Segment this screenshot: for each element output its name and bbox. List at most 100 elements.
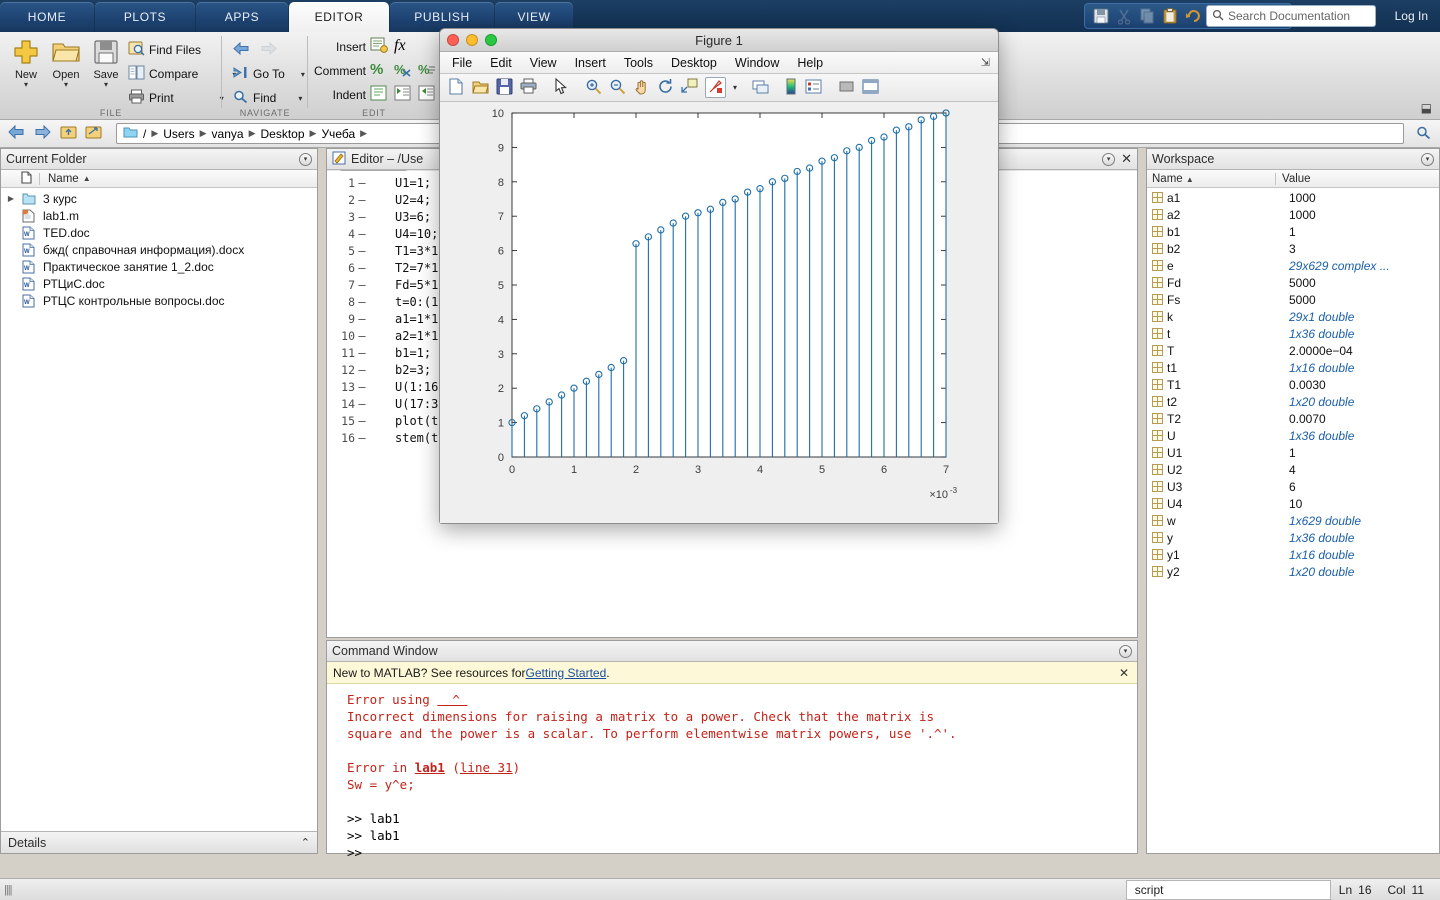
file-row[interactable]: ▶3 курс bbox=[1, 190, 317, 207]
login-button[interactable]: Log In bbox=[1389, 3, 1434, 29]
nav-forward-icon[interactable] bbox=[33, 124, 51, 143]
zoom-in-icon[interactable] bbox=[585, 78, 602, 98]
print-icon[interactable] bbox=[520, 78, 537, 98]
forward-arrow-icon[interactable] bbox=[259, 41, 278, 59]
figure-plot-canvas[interactable]: 01234567891001234567×10-3 bbox=[440, 102, 998, 523]
link-plot-icon[interactable] bbox=[752, 78, 769, 98]
file-row[interactable]: WРТЦиС.doc bbox=[1, 275, 317, 292]
refresh-icon[interactable] bbox=[1415, 125, 1432, 143]
save-button[interactable]: Save ▾ bbox=[84, 36, 128, 88]
name-sort-arrow-icon[interactable]: ▲ bbox=[83, 174, 91, 183]
indent-left-icon[interactable] bbox=[418, 85, 436, 104]
banner-close-icon[interactable]: ✕ bbox=[1119, 666, 1131, 680]
new-figure-icon[interactable] bbox=[448, 78, 465, 98]
new-button[interactable]: New ▾ bbox=[4, 36, 48, 88]
brush-dropdown-icon[interactable]: ▾ bbox=[733, 83, 737, 92]
details-expand-icon[interactable]: ⌃ bbox=[301, 836, 310, 849]
uncomment-icon[interactable]: % bbox=[394, 61, 412, 80]
find-dropdown-caret[interactable]: ▾ bbox=[298, 94, 302, 103]
current-folder-options-icon[interactable]: ▾ bbox=[299, 153, 312, 166]
workspace-value-column[interactable]: Value bbox=[1275, 173, 1439, 185]
command-window-output[interactable]: Error using ^ Incorrect dimensions for r… bbox=[327, 685, 1137, 853]
save-dropdown-caret[interactable]: ▾ bbox=[84, 81, 128, 88]
undo-icon[interactable] bbox=[1183, 6, 1203, 26]
ribbon-tab-plots[interactable]: PLOTS bbox=[95, 2, 195, 32]
rotate-3d-icon[interactable] bbox=[657, 78, 674, 98]
workspace-row[interactable]: U1x36 double bbox=[1147, 427, 1439, 444]
goto-dropdown-caret[interactable]: ▾ bbox=[301, 70, 305, 79]
figure-menu-view[interactable]: View bbox=[530, 56, 557, 70]
file-row[interactable]: WРТЦС контрольные вопросы.doc bbox=[1, 292, 317, 309]
save-icon[interactable] bbox=[1091, 6, 1111, 26]
figure-menu-insert[interactable]: Insert bbox=[575, 56, 606, 70]
workspace-row[interactable]: a21000 bbox=[1147, 206, 1439, 223]
workspace-row[interactable]: U36 bbox=[1147, 478, 1439, 495]
colorbar-icon[interactable] bbox=[784, 78, 798, 98]
workspace-row[interactable]: Fs5000 bbox=[1147, 291, 1439, 308]
compare-button[interactable]: Compare ▾ bbox=[128, 62, 236, 86]
figure-menu-window[interactable]: Window bbox=[735, 56, 779, 70]
workspace-sort-arrow-icon[interactable]: ▲ bbox=[1186, 175, 1194, 184]
find-button[interactable]: Find ▾ bbox=[232, 86, 302, 110]
open-figure-icon[interactable] bbox=[472, 78, 489, 98]
editor-options-icon[interactable]: ▾ bbox=[1102, 153, 1115, 166]
name-column-label[interactable]: Name bbox=[39, 173, 79, 185]
zoom-out-icon[interactable] bbox=[609, 78, 626, 98]
comment-icon[interactable]: % bbox=[370, 61, 383, 78]
file-row[interactable]: WTED.doc bbox=[1, 224, 317, 241]
workspace-row[interactable]: y11x16 double bbox=[1147, 546, 1439, 563]
workspace-row[interactable]: t21x20 double bbox=[1147, 393, 1439, 410]
details-panel-header[interactable]: Details ⌃ bbox=[1, 831, 317, 853]
ribbon-tab-editor[interactable]: EDITOR bbox=[289, 2, 389, 32]
resize-grip-icon[interactable]: |||| bbox=[4, 884, 11, 896]
hide-plot-tools-icon[interactable] bbox=[838, 78, 855, 98]
breadcrumb-item-1[interactable]: Users bbox=[163, 127, 194, 141]
workspace-row[interactable]: b23 bbox=[1147, 240, 1439, 257]
pan-icon[interactable] bbox=[633, 78, 650, 98]
workspace-row[interactable]: a11000 bbox=[1147, 189, 1439, 206]
save-figure-icon[interactable] bbox=[496, 78, 513, 98]
insert-section-icon[interactable] bbox=[370, 37, 388, 56]
find-files-button[interactable]: Find Files bbox=[128, 38, 201, 62]
figure-title-bar[interactable]: Figure 1 bbox=[440, 29, 998, 52]
back-arrow-icon[interactable] bbox=[232, 41, 251, 59]
ribbon-tab-apps[interactable]: APPS bbox=[196, 2, 288, 32]
workspace-name-column[interactable]: Name ▲ bbox=[1147, 173, 1275, 185]
command-window-options-icon[interactable]: ▾ bbox=[1119, 645, 1132, 658]
breadcrumb-item-2[interactable]: vanya bbox=[212, 127, 244, 141]
workspace-row[interactable]: T20.0070 bbox=[1147, 410, 1439, 427]
wrap-comments-icon[interactable]: % bbox=[418, 61, 436, 80]
workspace-row[interactable]: b11 bbox=[1147, 223, 1439, 240]
workspace-row[interactable]: U11 bbox=[1147, 444, 1439, 461]
insert-function-icon[interactable]: fx bbox=[394, 37, 406, 55]
paste-icon[interactable] bbox=[1160, 6, 1180, 26]
navigate-back-button[interactable] bbox=[232, 38, 278, 62]
copy-icon[interactable] bbox=[1137, 6, 1157, 26]
goto-button[interactable]: Go To ▾ bbox=[232, 62, 305, 86]
workspace-row[interactable]: t1x36 double bbox=[1147, 325, 1439, 342]
workspace-row[interactable]: w1x629 double bbox=[1147, 512, 1439, 529]
new-dropdown-caret[interactable]: ▾ bbox=[4, 81, 48, 88]
workspace-row[interactable]: y21x20 double bbox=[1147, 563, 1439, 580]
breadcrumb-item-4[interactable]: Учеба bbox=[321, 127, 355, 141]
expand-arrow-icon[interactable]: ▶ bbox=[5, 194, 17, 203]
nav-back-icon[interactable] bbox=[8, 124, 26, 143]
workspace-row[interactable]: U410 bbox=[1147, 495, 1439, 512]
open-dropdown-caret[interactable]: ▾ bbox=[44, 81, 88, 88]
pointer-icon[interactable] bbox=[554, 78, 569, 98]
search-documentation-input[interactable]: Search Documentation bbox=[1206, 5, 1376, 27]
breadcrumb-item-0[interactable]: / bbox=[143, 127, 146, 141]
ribbon-tab-home[interactable]: HOME bbox=[0, 2, 94, 32]
file-row[interactable]: WПрактическое занятие 1_2.doc bbox=[1, 258, 317, 275]
file-row[interactable]: W бжд( справочная информация).docx bbox=[1, 241, 317, 258]
brush-icon[interactable] bbox=[705, 77, 726, 98]
figure-window[interactable]: Figure 1 FileEditViewInsertToolsDesktopW… bbox=[439, 28, 999, 524]
file-row[interactable]: lab1.m bbox=[1, 207, 317, 224]
figure-menu-edit[interactable]: Edit bbox=[490, 56, 512, 70]
editor-close-icon[interactable]: ✕ bbox=[1121, 151, 1132, 167]
workspace-row[interactable]: k29x1 double bbox=[1147, 308, 1439, 325]
open-button[interactable]: Open ▾ bbox=[44, 36, 88, 88]
getting-started-link[interactable]: Getting Started bbox=[526, 666, 607, 680]
figure-menu-file[interactable]: File bbox=[452, 56, 472, 70]
workspace-options-icon[interactable]: ▾ bbox=[1421, 153, 1434, 166]
